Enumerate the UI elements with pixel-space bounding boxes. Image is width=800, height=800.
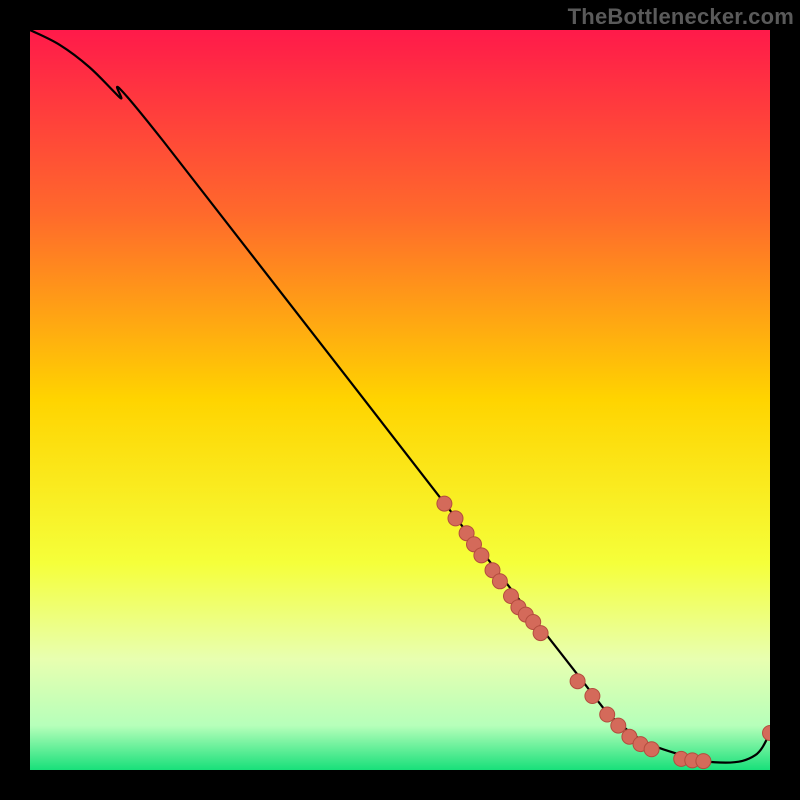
plot-svg — [30, 30, 770, 770]
data-marker — [492, 574, 507, 589]
data-marker — [474, 548, 489, 563]
data-marker — [585, 689, 600, 704]
data-marker — [448, 511, 463, 526]
chart-frame: TheBottlenecker.com — [0, 0, 800, 800]
plot-area — [30, 30, 770, 770]
data-marker — [611, 718, 626, 733]
data-marker — [570, 674, 585, 689]
data-marker — [533, 626, 548, 641]
watermark-text: TheBottlenecker.com — [568, 4, 794, 30]
data-marker — [600, 707, 615, 722]
data-marker — [437, 496, 452, 511]
gradient-background — [30, 30, 770, 770]
data-marker — [696, 754, 711, 769]
data-marker — [644, 742, 659, 757]
